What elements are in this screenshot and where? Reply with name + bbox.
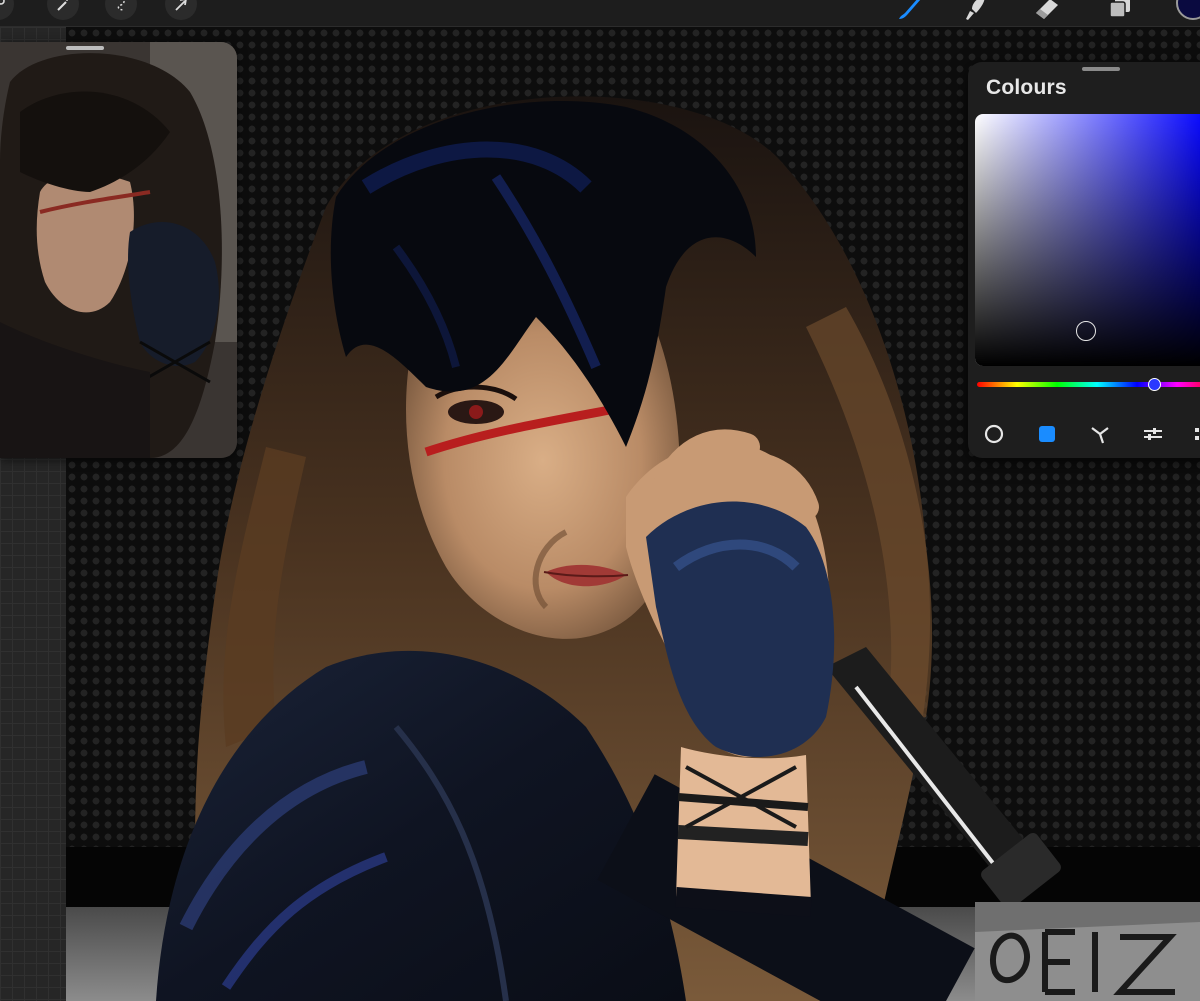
brush-icon[interactable] [895, 0, 923, 22]
top-toolbar [0, 0, 1200, 27]
reference-photo [0, 42, 237, 458]
colours-panel-title: Colours [986, 76, 1067, 99]
reference-window[interactable] [0, 42, 237, 458]
hue-slider-handle[interactable] [1148, 378, 1162, 391]
layers-icon[interactable] [1106, 0, 1134, 22]
value-mode-icon[interactable] [1141, 422, 1165, 446]
magic-wand-icon[interactable] [47, 0, 79, 20]
colours-grab-handle[interactable] [1082, 67, 1120, 71]
selection-icon[interactable] [105, 0, 137, 20]
classic-mode-icon[interactable] [1035, 422, 1059, 446]
eraser-icon[interactable] [1033, 0, 1061, 22]
smudge-icon[interactable] [960, 0, 988, 22]
current-color-swatch[interactable] [1176, 0, 1200, 20]
disc-mode-icon[interactable] [982, 422, 1006, 446]
palettes-icon[interactable] [1190, 422, 1200, 446]
harmony-mode-icon[interactable] [1088, 422, 1112, 446]
reference-grab-handle[interactable] [66, 46, 104, 50]
transform-arrow-icon[interactable] [165, 0, 197, 20]
artist-signature [975, 902, 1200, 1001]
wrench-icon[interactable] [0, 0, 14, 20]
hue-slider[interactable] [977, 382, 1200, 387]
colour-picker-handle[interactable] [1075, 320, 1096, 341]
colours-panel[interactable]: Colours [968, 62, 1200, 458]
